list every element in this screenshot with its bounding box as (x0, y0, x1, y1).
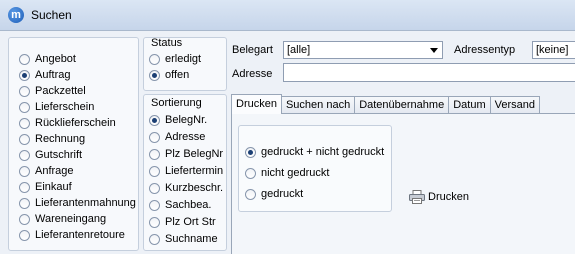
sort-option-sachbea[interactable]: Sachbea. (149, 199, 211, 211)
belegart-select[interactable]: [alle] (283, 41, 443, 59)
doctype-option-ruecklieferschein[interactable]: Rücklieferschein (19, 117, 116, 129)
doctype-option-rechnung[interactable]: Rechnung (19, 133, 85, 145)
belegart-value: [alle] (287, 44, 311, 56)
print-option-all[interactable]: gedruckt + nicht gedruckt (245, 146, 384, 158)
radio-button[interactable] (19, 213, 30, 225)
radio-button[interactable] (149, 216, 160, 228)
doctype-option-einkauf[interactable]: Einkauf (19, 181, 72, 193)
radio-button-selected[interactable] (149, 114, 160, 126)
adresse-label: Adresse (232, 68, 273, 80)
adressentyp-select[interactable]: [keine] (532, 41, 575, 59)
sort-option-adresse[interactable]: Adresse (149, 131, 205, 143)
tab-versand[interactable]: Versand (489, 96, 540, 114)
sort-option-liefertermin[interactable]: Liefertermin (149, 165, 223, 177)
adresse-input[interactable] (283, 63, 575, 82)
adressentyp-label: Adressentyp (454, 44, 516, 56)
status-option-erledigt[interactable]: erledigt (149, 53, 201, 65)
radio-button[interactable] (149, 233, 160, 245)
doctype-option-lieferantenmahnung[interactable]: Lieferantenmahnung (19, 197, 136, 209)
radio-button[interactable] (245, 188, 256, 200)
status-group-title: Status (151, 37, 183, 49)
radio-button[interactable] (149, 53, 160, 65)
tab-page-drucken: gedruckt + nicht gedruckt nicht gedruckt… (231, 113, 575, 254)
radio-button[interactable] (245, 167, 256, 179)
radio-button-selected[interactable] (19, 69, 30, 81)
printer-icon (409, 190, 425, 204)
print-option-printed[interactable]: gedruckt (245, 188, 303, 200)
radio-button[interactable] (149, 199, 160, 211)
radio-button[interactable] (19, 133, 30, 145)
doctype-option-packzettel[interactable]: Packzettel (19, 85, 86, 97)
tab-datenuebernahme[interactable]: Datenübernahme (354, 96, 450, 114)
radio-button[interactable] (19, 117, 30, 129)
sort-option-plz-ort-str[interactable]: Plz Ort Str (149, 216, 216, 228)
sort-option-suchname[interactable]: Suchname (149, 233, 218, 245)
chevron-down-icon[interactable] (430, 48, 438, 53)
status-option-offen[interactable]: offen (149, 69, 189, 81)
doctype-option-lieferantenretoure[interactable]: Lieferantenretoure (19, 229, 125, 241)
doctype-option-angebot[interactable]: Angebot (19, 53, 76, 65)
sort-option-belegnr[interactable]: BelegNr. (149, 114, 207, 126)
title-bar: m Suchen (0, 0, 575, 31)
radio-button[interactable] (19, 53, 30, 65)
window-title: Suchen (31, 8, 72, 22)
radio-button[interactable] (149, 165, 160, 177)
doctype-option-lieferschein[interactable]: Lieferschein (19, 101, 94, 113)
radio-button[interactable] (149, 148, 160, 160)
doctype-option-auftrag[interactable]: Auftrag (19, 69, 70, 81)
tab-suchen-nach[interactable]: Suchen nach (280, 96, 356, 114)
doctype-option-anfrage[interactable]: Anfrage (19, 165, 74, 177)
radio-button[interactable] (19, 197, 30, 209)
tab-strip: Drucken Suchen nach Datenübernahme Datum… (231, 94, 540, 114)
doctype-option-wareneingang[interactable]: Wareneingang (19, 213, 106, 225)
adressentyp-value: [keine] (536, 44, 569, 56)
print-button-label: Drucken (428, 191, 469, 203)
radio-button-selected[interactable] (245, 146, 256, 158)
app-logo-icon: m (8, 7, 24, 23)
window-client: Angebot Auftrag Packzettel Lieferschein … (0, 31, 575, 254)
sort-option-plz-belegnr[interactable]: Plz BelegNr (149, 148, 223, 160)
radio-button[interactable] (149, 131, 160, 143)
radio-button[interactable] (19, 101, 30, 113)
print-option-not-printed[interactable]: nicht gedruckt (245, 167, 329, 179)
radio-button[interactable] (19, 165, 30, 177)
radio-button-selected[interactable] (149, 69, 160, 81)
sort-option-kurzbeschr[interactable]: Kurzbeschr. (149, 182, 223, 194)
radio-button[interactable] (19, 149, 30, 161)
tab-drucken[interactable]: Drucken (231, 94, 282, 114)
sort-group-title: Sortierung (151, 97, 202, 109)
doctype-option-gutschrift[interactable]: Gutschrift (19, 149, 82, 161)
radio-button[interactable] (149, 182, 160, 194)
radio-button[interactable] (19, 181, 30, 193)
radio-button[interactable] (19, 229, 30, 241)
tab-datum[interactable]: Datum (448, 96, 491, 114)
belegart-label: Belegart (232, 44, 273, 56)
print-button[interactable]: Drucken (409, 189, 469, 205)
radio-button[interactable] (19, 85, 30, 97)
